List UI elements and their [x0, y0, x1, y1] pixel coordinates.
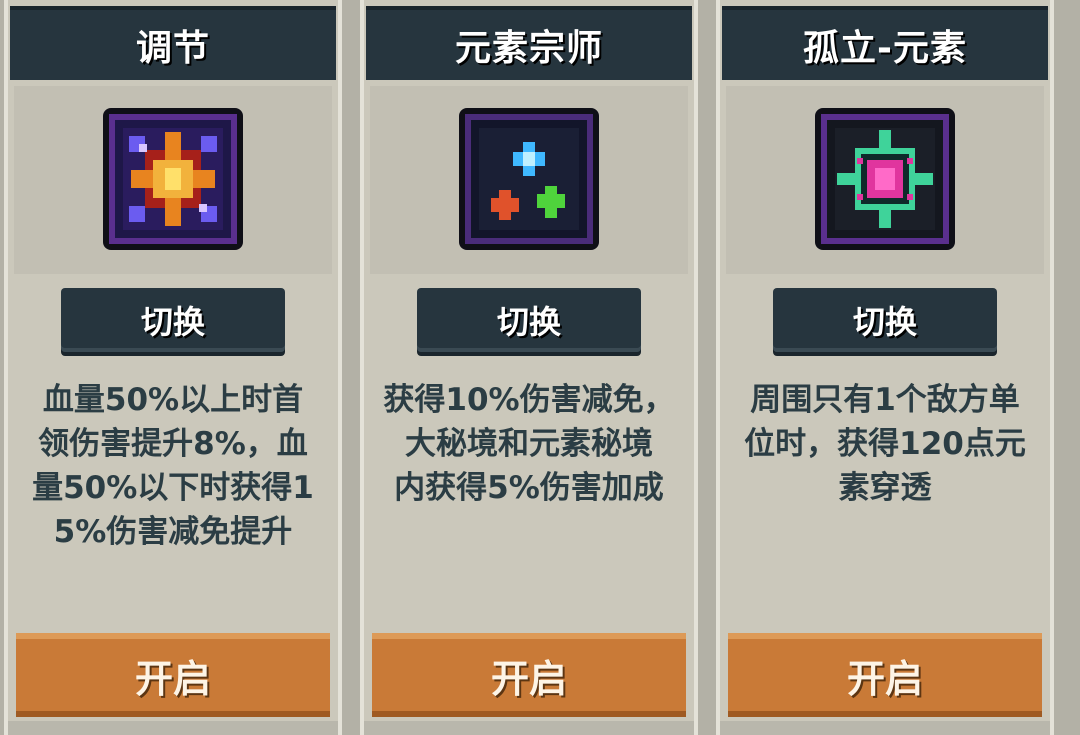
icon-panel — [14, 86, 332, 274]
card-description: 血量50%以上时首 领伤害提升8%，血 量50%以下时获得1 5%伤害减免提升 — [32, 382, 314, 550]
icon-panel — [726, 86, 1044, 274]
card-description: 周围只有1个敌方单 位时，获得120点元 素穿透 — [744, 382, 1026, 506]
open-button[interactable]: 开启 — [16, 633, 330, 717]
starburst-gem-icon — [103, 108, 243, 250]
open-button[interactable]: 开启 — [372, 633, 686, 717]
card-title: 调节 — [10, 6, 336, 80]
card-title: 孤立-元素 — [722, 6, 1048, 80]
switch-button[interactable]: 切换 — [61, 288, 285, 352]
card-description: 获得10%伤害减免， 大秘境和元素秘境 内获得5%伤害加成 — [383, 382, 675, 506]
three-elements-icon — [459, 108, 599, 250]
card-title: 元素宗师 — [366, 6, 692, 80]
switch-button[interactable]: 切换 — [773, 288, 997, 352]
isolated-orb-icon — [815, 108, 955, 250]
open-button[interactable]: 开启 — [728, 633, 1042, 717]
switch-button[interactable]: 切换 — [417, 288, 641, 352]
icon-panel — [370, 86, 688, 274]
talent-card-3: 孤立-元素 切换 周围只有1个敌方单 位时，获得120点元 素穿透 开启 — [716, 0, 1054, 735]
talent-card-2: 元素宗师 切换 获得10%伤害减免， 大秘境和元素秘境 内获得5%伤害加成 开启 — [360, 0, 698, 735]
talent-card-1: 调节 切换 血量50%以上时首 领伤害提升8%，血 量50%以下时获得1 5%伤 — [4, 0, 342, 735]
